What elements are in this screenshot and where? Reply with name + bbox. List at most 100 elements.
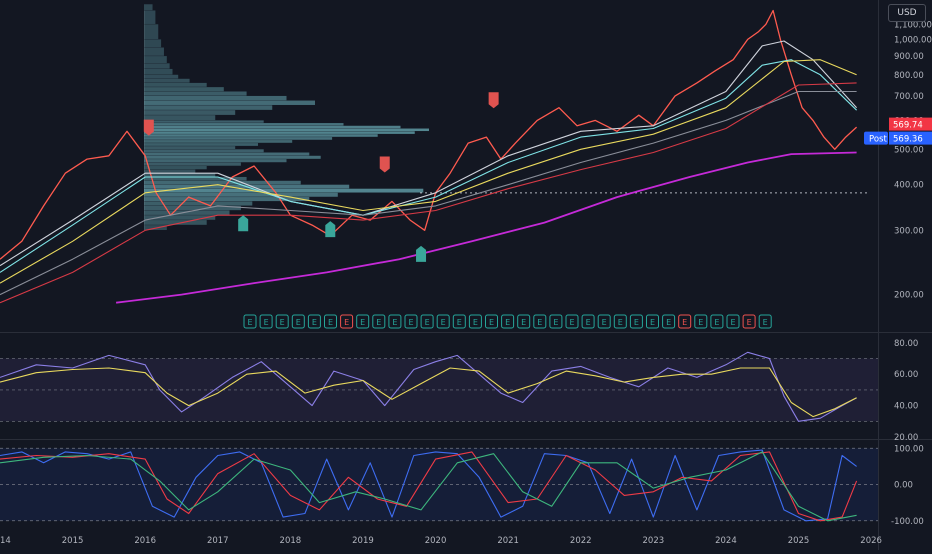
earnings-marker[interactable]: E	[742, 314, 756, 329]
volume-profile-bar	[144, 192, 338, 197]
volume-profile-bar	[144, 140, 293, 143]
earnings-marker[interactable]: E	[420, 314, 434, 329]
earnings-marker-label: E	[747, 318, 752, 327]
time-axis-tick-label: 2022	[570, 536, 592, 546]
volume-profile-bar	[144, 56, 167, 64]
earnings-marker-label: E	[618, 318, 623, 327]
earnings-marker[interactable]: E	[372, 314, 386, 329]
time-axis-tick-label: 2025	[788, 536, 810, 546]
time-axis-tick-label: 2024	[715, 536, 737, 546]
time-axis-tick-label: 2015	[62, 536, 84, 546]
post-price-label: 569.36	[893, 135, 923, 145]
earnings-marker-label: E	[360, 318, 365, 327]
volume-profile-bar	[144, 87, 224, 92]
volume-profile-bar	[144, 201, 253, 206]
earnings-marker-label: E	[441, 318, 446, 327]
volume-profile-bar	[144, 115, 216, 121]
time-axis-tick-label: 2017	[207, 536, 229, 546]
volume-profile-bar	[144, 78, 190, 83]
volume-profile-bar	[144, 120, 264, 123]
earnings-marker[interactable]: E	[726, 314, 740, 329]
earnings-marker[interactable]: E	[678, 314, 692, 329]
earnings-marker-label: E	[521, 318, 526, 327]
earnings-marker[interactable]: E	[485, 314, 498, 329]
earnings-marker-label: E	[537, 318, 542, 327]
time-axis-tick-label: 2020	[425, 536, 447, 546]
earnings-marker[interactable]: E	[517, 314, 531, 329]
price-axis-tick-label: 1,000.00	[894, 35, 932, 45]
earnings-marker[interactable]: E	[501, 314, 515, 329]
rsi-axis-tick-label: 60.00	[894, 370, 918, 380]
earnings-marker[interactable]: E	[597, 314, 611, 329]
chart-canvas[interactable]: E E E E E E E E E E E E E E E E E E E E E E E E E E E E E E E E E 200.00…	[0, 0, 932, 550]
earnings-marker[interactable]: E	[356, 314, 370, 329]
earnings-marker-label: E	[408, 318, 413, 327]
volume-profile-bar	[144, 128, 429, 132]
earnings-marker[interactable]: E	[324, 314, 337, 329]
volume-profile-bar	[144, 10, 156, 24]
earnings-marker-label: E	[682, 318, 687, 327]
price-axis-tick-label: 200.00	[894, 291, 924, 301]
earnings-marker-label: E	[312, 318, 317, 327]
price-axis-tick-label: 500.00	[894, 145, 924, 155]
earnings-marker[interactable]: E	[452, 314, 466, 329]
volume-profile-bar	[144, 180, 301, 185]
earnings-marker-label: E	[392, 318, 397, 327]
earnings-marker[interactable]: E	[388, 314, 402, 329]
oscillator-axis-tick-label: 100.00	[894, 444, 924, 454]
earnings-marker-label: E	[698, 318, 703, 327]
volume-profile-bar	[144, 39, 162, 48]
volume-profile-bar	[144, 152, 310, 156]
time-axis-tick-label: 2021	[497, 536, 519, 546]
earnings-marker[interactable]: E	[291, 314, 305, 329]
earnings-marker-label: E	[489, 318, 494, 327]
earnings-marker[interactable]: E	[307, 314, 321, 329]
volume-profile-bar	[144, 134, 378, 137]
earnings-marker[interactable]: E	[404, 314, 418, 329]
earnings-marker-label: E	[457, 318, 462, 327]
earnings-marker-label: E	[602, 318, 607, 327]
earnings-marker[interactable]: E	[549, 314, 563, 329]
volume-profile-bar	[144, 188, 424, 193]
volume-profile-bar	[144, 82, 207, 87]
earnings-marker[interactable]: E	[436, 314, 450, 329]
earnings-marker[interactable]: E	[340, 314, 354, 329]
time-axis-tick-label: 2018	[280, 536, 302, 546]
earnings-marker[interactable]: E	[662, 314, 676, 329]
last-price-label: 569.74	[893, 121, 923, 131]
earnings-marker-label: E	[505, 318, 510, 327]
earnings-marker[interactable]: E	[581, 314, 595, 329]
price-axis-tick-label: 800.00	[894, 71, 924, 81]
time-axis-tick-label: 2026	[860, 536, 882, 546]
earnings-marker-label: E	[425, 318, 430, 327]
earnings-marker-label: E	[280, 318, 285, 327]
rsi-axis-tick-label: 20.00	[894, 433, 918, 443]
volume-profile-bar	[144, 146, 236, 150]
earnings-marker[interactable]: E	[533, 314, 547, 329]
earnings-marker-label: E	[586, 318, 591, 327]
chart-container[interactable]: E E E E E E E E E E E E E E E E E E E E E E E E E E E E E E E E E 200.00…	[0, 0, 932, 550]
volume-profile-bar	[144, 68, 173, 75]
earnings-marker-label: E	[763, 318, 768, 327]
earnings-marker[interactable]: E	[694, 314, 708, 329]
time-axis-tick-label: 2019	[352, 536, 374, 546]
earnings-marker-label: E	[569, 318, 574, 327]
earnings-marker[interactable]: E	[629, 314, 643, 329]
earnings-marker[interactable]: E	[758, 314, 772, 329]
earnings-marker[interactable]: E	[243, 314, 257, 329]
volume-profile-bar	[144, 95, 287, 101]
earnings-marker[interactable]: E	[259, 314, 273, 329]
volume-profile-bar	[144, 125, 401, 129]
currency-button[interactable]: USD	[888, 4, 926, 22]
earnings-marker[interactable]: E	[275, 314, 289, 329]
time-axis-tick-label: 2023	[643, 536, 665, 546]
earnings-marker[interactable]: E	[646, 314, 659, 329]
earnings-marker[interactable]: E	[565, 314, 579, 329]
volume-profile-bar	[144, 155, 321, 159]
price-axis-tick-label: 400.00	[894, 181, 924, 191]
earnings-marker[interactable]: E	[613, 314, 627, 329]
earnings-marker[interactable]: E	[468, 314, 482, 329]
volume-profile-bar	[144, 143, 258, 146]
earnings-marker[interactable]: E	[710, 314, 724, 329]
volume-profile-bar	[144, 169, 196, 173]
